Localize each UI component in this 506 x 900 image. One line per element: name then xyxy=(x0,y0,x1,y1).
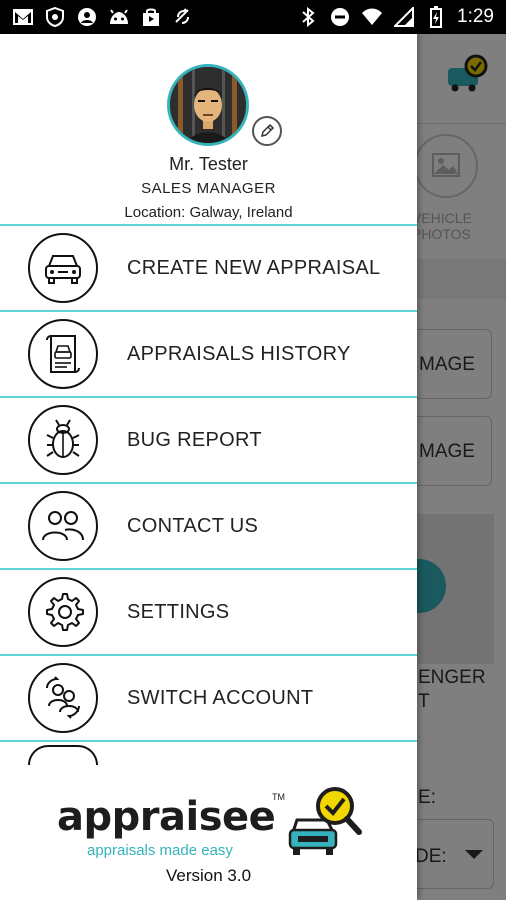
appraisee-car-logo-icon xyxy=(287,782,367,862)
gmail-icon xyxy=(12,6,34,28)
shield-icon xyxy=(44,6,66,28)
brand-wordmark: appraisee xyxy=(57,794,276,840)
menu-item-bug-report[interactable]: BUG REPORT xyxy=(0,396,417,482)
switch-account-icon xyxy=(28,663,98,733)
avatar[interactable] xyxy=(167,64,249,146)
bluetooth-icon xyxy=(297,6,319,28)
navigation-drawer: Mr. Tester SALES MANAGER Location: Galwa… xyxy=(0,34,417,900)
menu-divider xyxy=(0,740,417,742)
brand-tagline: appraisals made easy xyxy=(87,842,233,859)
menu-item-settings[interactable]: SETTINGS xyxy=(0,568,417,654)
battery-charging-icon xyxy=(425,6,447,28)
wifi-icon xyxy=(361,6,383,28)
menu-label: CREATE NEW APPRAISAL xyxy=(127,257,381,279)
menu-item-create-new-appraisal[interactable]: CREATE NEW APPRAISAL xyxy=(0,224,417,310)
menu-item-contact-us[interactable]: CONTACT US xyxy=(0,482,417,568)
bug-icon xyxy=(28,405,98,475)
menu-item-switch-account[interactable]: SWITCH ACCOUNT xyxy=(0,654,417,740)
edit-profile-button[interactable] xyxy=(252,116,282,146)
menu-label: APPRAISALS HISTORY xyxy=(127,343,351,365)
app-version: Version 3.0 xyxy=(165,866,252,885)
document-car-icon xyxy=(28,319,98,389)
profile-location: Location: Galway, Ireland xyxy=(124,204,293,221)
profile-role: SALES MANAGER xyxy=(141,180,276,197)
people-icon xyxy=(28,491,98,561)
do-not-disturb-icon xyxy=(329,6,351,28)
car-icon xyxy=(28,233,98,303)
account-icon xyxy=(76,6,98,28)
menu-icon-partial xyxy=(28,745,98,765)
status-bar: 1:29 xyxy=(0,0,506,34)
clock-time: 1:29 xyxy=(457,6,494,27)
drawer-footer: appraisee TM appraisals made easy Versio… xyxy=(0,772,417,900)
signal-icon xyxy=(393,6,415,28)
menu-label: SWITCH ACCOUNT xyxy=(127,687,314,709)
menu-label: CONTACT US xyxy=(127,515,259,537)
profile-name: Mr. Tester xyxy=(169,154,248,174)
gear-icon xyxy=(28,577,98,647)
drawer-menu: CREATE NEW APPRAISAL APPRAISALS HISTORY … xyxy=(0,224,417,742)
menu-item-appraisals-history[interactable]: APPRAISALS HISTORY xyxy=(0,310,417,396)
trademark-label: TM xyxy=(272,792,285,802)
shopping-bag-icon xyxy=(140,6,162,28)
menu-label: SETTINGS xyxy=(127,601,230,623)
android-icon xyxy=(108,6,130,28)
pencil-icon xyxy=(260,123,275,138)
no-sync-icon xyxy=(172,6,194,28)
menu-label: BUG REPORT xyxy=(127,429,262,451)
